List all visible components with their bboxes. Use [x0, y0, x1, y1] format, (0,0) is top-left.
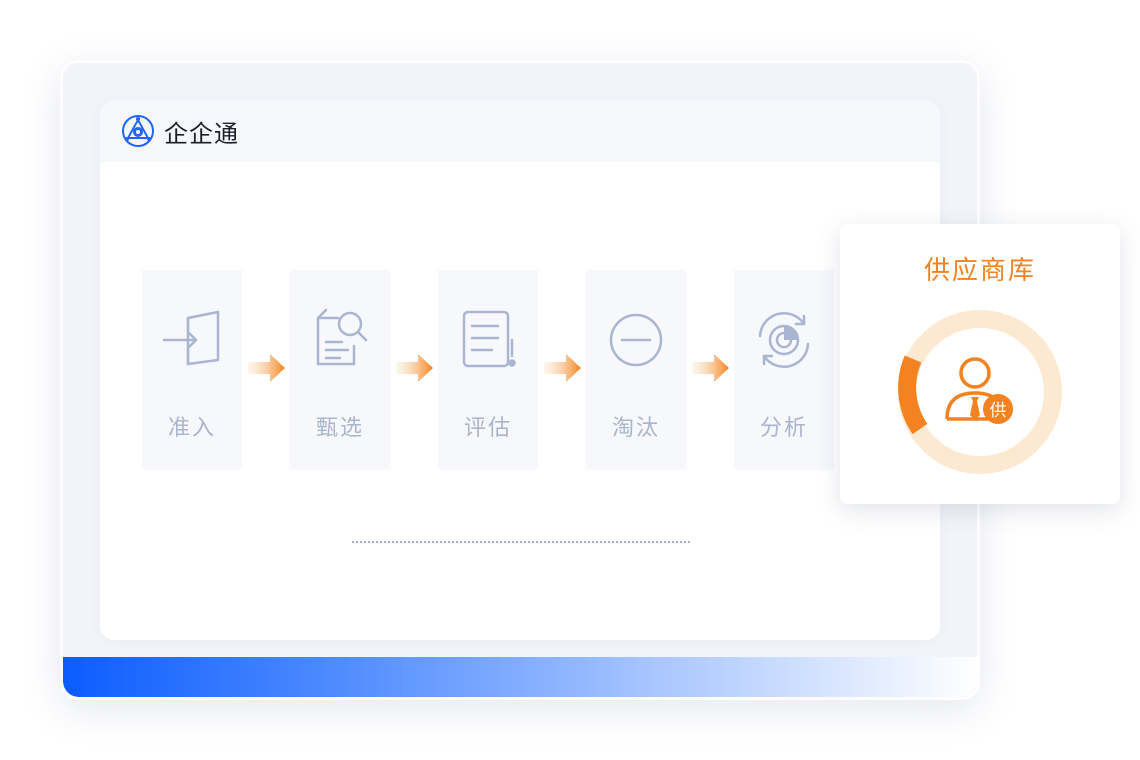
step-label: 评估 — [463, 416, 512, 441]
checklist-alert-icon — [462, 310, 516, 368]
step-label: 准入 — [167, 416, 216, 441]
device-bottom-bar — [63, 657, 977, 697]
app-title: 企企通 — [164, 119, 239, 148]
enter-door-icon — [162, 310, 220, 366]
flow-arrow — [248, 354, 285, 382]
supplier-donut: 供 — [898, 310, 1062, 474]
step-label: 分析 — [759, 416, 808, 441]
document-search-icon — [316, 308, 368, 366]
step-admission[interactable]: 准入 — [142, 270, 242, 470]
flow-arrow — [692, 354, 729, 382]
dotted-divider — [352, 541, 690, 543]
title-bar: 企企通 — [100, 100, 940, 162]
step-elimination[interactable]: 淘汰 — [586, 270, 686, 470]
flow-arrow — [396, 354, 433, 382]
minus-circle-icon — [609, 313, 663, 367]
step-analysis[interactable]: 分析 — [734, 270, 834, 470]
step-label: 甄选 — [315, 416, 364, 441]
radar-refresh-icon — [758, 311, 810, 369]
step-selection[interactable]: 甄选 — [290, 270, 390, 470]
supplier-badge-text: 供 — [990, 401, 1007, 421]
supplier-library-card[interactable]: 供应商库 供 — [840, 224, 1120, 504]
flow-arrow — [544, 354, 581, 382]
app-window: 企企通 准入 甄选 评估 淘汰 分析 — [100, 100, 940, 640]
app-logo-icon — [122, 115, 154, 147]
step-label: 淘汰 — [611, 416, 660, 441]
card-title: 供应商库 — [923, 256, 1036, 286]
step-evaluation[interactable]: 评估 — [438, 270, 538, 470]
